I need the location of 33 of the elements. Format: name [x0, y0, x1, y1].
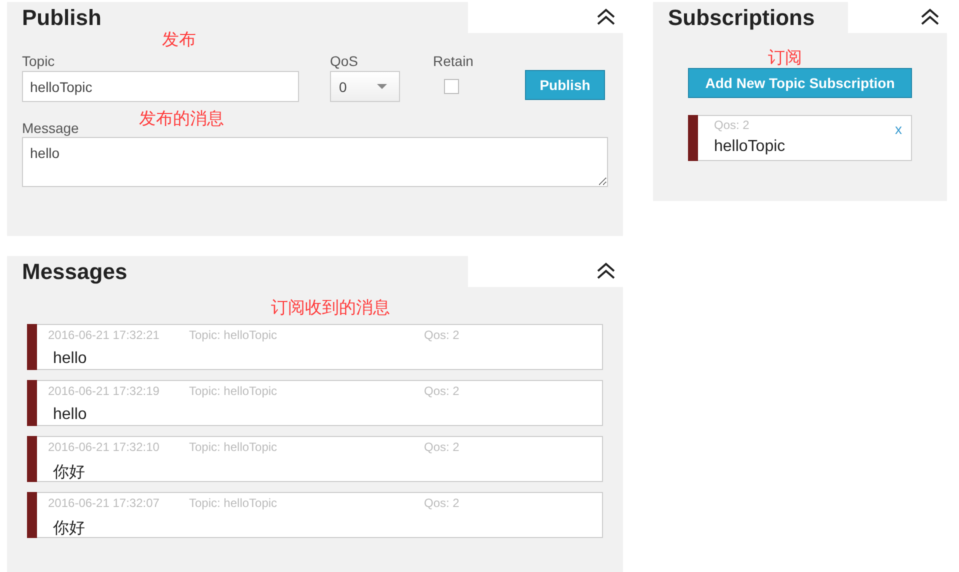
message-topic: Topic: helloTopic: [189, 440, 278, 456]
message-time: 2016-06-21 17:32:07: [48, 496, 160, 512]
annotation: 订阅: [768, 47, 802, 69]
message-payload: 你好: [53, 463, 86, 483]
message-topic: Topic: helloTopic: [189, 384, 278, 400]
field-label: Retain: [433, 52, 474, 70]
qos-dropdown[interactable]: 0: [330, 71, 400, 102]
message-topic: Topic: helloTopic: [189, 328, 278, 344]
message-qos: Qos: 2: [424, 440, 460, 456]
topic-field[interactable]: helloTopic: [22, 71, 299, 102]
subscription-qos: Qos: 2: [714, 118, 750, 132]
field-label: Message: [22, 119, 80, 137]
message-time: 2016-06-21 17:32:21: [48, 328, 160, 344]
message-payload: hello: [53, 350, 88, 368]
message-time: 2016-06-21 17:32:19: [48, 384, 160, 400]
field-label: Topic: [22, 52, 56, 70]
caret-icon: [377, 84, 387, 89]
collapse-icon[interactable]: [596, 8, 616, 26]
annotation: 订阅收到的消息: [271, 297, 390, 319]
message-payload: 你好: [53, 519, 86, 539]
retain-checkbox[interactable]: [444, 79, 459, 94]
message-qos: Qos: 2: [424, 496, 460, 512]
collapse-icon[interactable]: [920, 8, 940, 26]
message-payload: hello: [53, 406, 88, 424]
subscription-topic: helloTopic: [714, 138, 786, 156]
message-qos: Qos: 2: [424, 384, 460, 400]
message-time: 2016-06-21 17:32:10: [48, 440, 160, 456]
message-field[interactable]: hello: [22, 137, 608, 187]
field-label: QoS: [330, 52, 360, 70]
message-qos: Qos: 2: [424, 328, 460, 344]
message-topic: Topic: helloTopic: [189, 496, 278, 512]
annotation: 发布的消息: [139, 108, 224, 130]
collapse-icon[interactable]: [596, 262, 616, 280]
